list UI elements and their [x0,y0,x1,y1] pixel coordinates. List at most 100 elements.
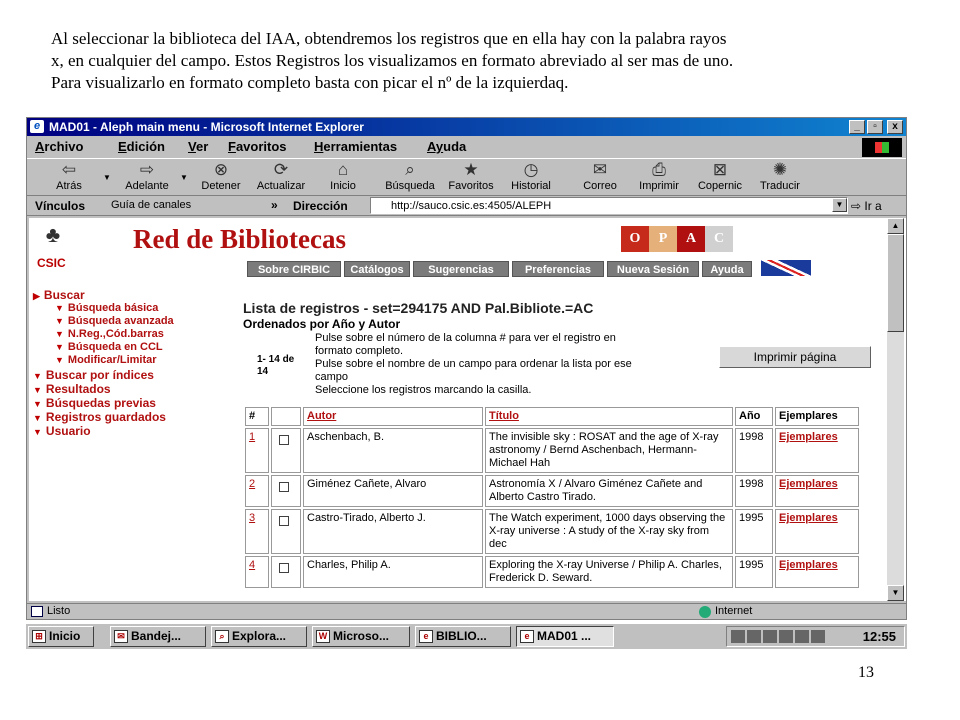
system-tray: 12:55 [726,626,905,647]
favorites-button[interactable]: ★ Favoritos [444,160,498,196]
taskbar-item-microsoft-word[interactable]: W Microso... [312,626,410,647]
opac-letter-c: C [705,226,733,252]
stop-button[interactable]: ⊗ Detener [197,160,245,196]
translate-button[interactable]: ✺ Traducir [755,160,805,196]
column-title-header[interactable]: Título [485,407,733,426]
forward-dropdown-icon[interactable]: ▼ [180,173,188,182]
more-links-chevron-icon[interactable]: » [271,198,278,212]
tray-icons[interactable] [731,630,825,643]
go-button[interactable]: ⇨ Ir a [851,199,882,213]
column-author-header[interactable]: Autor [303,407,483,426]
mail-button[interactable]: ✉ Correo [577,160,623,196]
tray-icon[interactable] [763,630,777,643]
record-copies-link[interactable]: Ejemplares [775,428,859,473]
tray-icon[interactable] [795,630,809,643]
url-input[interactable]: http://sauco.csic.es:4505/ALEPH [370,197,848,214]
sidebar-item-nreg-codbarras[interactable]: ▼ N.Reg.,Cód.barras [55,328,164,340]
browser-window: e MAD01 - Aleph main menu - Microsoft In… [26,117,907,620]
title-bar[interactable]: e MAD01 - Aleph main menu - Microsoft In… [27,118,906,136]
taskbar-item-bandeja[interactable]: ✉ Bandej... [110,626,206,647]
uk-flag-icon[interactable] [761,260,811,276]
record-checkbox[interactable] [271,509,301,554]
sidebar-item-busqueda-basica[interactable]: ▼ Búsqueda básica [55,302,158,314]
sidebar-item-busqueda-avanzada[interactable]: ▼ Búsqueda avanzada [55,315,174,327]
menu-edicion[interactable]: Edición [118,139,165,154]
sidebar-item-usuario[interactable]: ▼ Usuario [33,424,91,438]
copernic-button[interactable]: ⊠ Copernic [693,160,747,196]
menu-ver[interactable]: Ver [188,139,208,154]
scroll-thumb[interactable] [887,234,904,332]
taskbar-item-biblio[interactable]: e BIBLIO... [415,626,511,647]
explorer-icon: ⌕ [215,630,229,643]
record-checkbox[interactable] [271,428,301,473]
channel-guide-link[interactable]: Guía de canales [111,199,191,211]
print-button[interactable]: ⎙ Imprimir [636,160,682,196]
record-number-link[interactable]: 2 [245,475,269,507]
column-year-header: Año [735,407,773,426]
sidebar-item-modificar-limitar[interactable]: ▼ Modificar/Limitar [55,354,157,366]
search-button[interactable]: ⌕ Búsqueda [382,160,438,196]
nav-catalogos[interactable]: Catálogos [344,261,410,277]
record-number-link[interactable]: 3 [245,509,269,554]
record-copies-link[interactable]: Ejemplares [775,509,859,554]
menu-favoritos[interactable]: Favoritos [228,139,287,154]
restore-button[interactable]: ▫ [867,120,883,134]
minimize-button[interactable]: _ [849,120,865,134]
internet-explorer-icon[interactable]: e [30,120,44,133]
back-button[interactable]: ⇦ Atrás [49,160,89,196]
column-number-header: # [245,407,269,426]
scroll-up-icon[interactable]: ▲ [887,218,904,234]
taskbar-clock[interactable]: 12:55 [863,629,896,644]
status-text: Listo [47,605,71,617]
sidebar-item-buscar-indices[interactable]: ▼ Buscar por índices [33,368,154,382]
record-year: 1998 [735,428,773,473]
sidebar-item-busquedas-previas[interactable]: ▼ Búsquedas previas [33,396,156,410]
zone-text: Internet [715,605,753,617]
nav-sobre-cirbic[interactable]: Sobre CIRBIC [247,261,341,277]
record-copies-link[interactable]: Ejemplares [775,556,859,588]
tray-icon[interactable] [779,630,793,643]
nav-sugerencias[interactable]: Sugerencias [413,261,509,277]
back-arrow-icon: ⇦ [61,160,77,179]
address-bar: Vínculos Guía de canales » Dirección htt… [27,196,906,216]
nav-ayuda[interactable]: Ayuda [702,261,752,277]
ie-page-icon: e [520,630,534,643]
start-button[interactable]: ⊞ Inicio [28,626,94,647]
vertical-scrollbar[interactable]: ▲ ▼ [887,218,904,601]
record-number-link[interactable]: 4 [245,556,269,588]
sidebar-item-resultados[interactable]: ▼ Resultados [33,382,111,396]
sidebar-item-buscar[interactable]: ▶ Buscar [33,288,85,302]
print-page-button[interactable]: Imprimir página [719,346,871,368]
forward-button[interactable]: ⇨ Adelante [119,160,175,196]
menu-herramientas[interactable]: Herramientas [314,139,397,154]
back-dropdown-icon[interactable]: ▼ [103,173,111,182]
tray-icon[interactable] [811,630,825,643]
scroll-down-icon[interactable]: ▼ [887,585,904,601]
record-number-link[interactable]: 1 [245,428,269,473]
menu-ayuda[interactable]: Ayuda [427,139,466,154]
close-button[interactable]: x [887,120,903,134]
sidebar-item-registros-guardados[interactable]: ▼ Registros guardados [33,410,166,424]
taskbar-item-mad01[interactable]: e MAD01 ... [516,626,614,647]
menu-bar: Archivo Edición Ver Favoritos Herramient… [27,136,906,158]
nav-nueva-sesion[interactable]: Nueva Sesión [607,261,699,277]
record-checkbox[interactable] [271,475,301,507]
nav-preferencias[interactable]: Preferencias [512,261,604,277]
history-button[interactable]: ◷ Historial [505,160,557,196]
mail-icon: ✉ [592,160,608,179]
record-title: Astronomía X / Alvaro Giménez Cañete and… [485,475,733,507]
home-button[interactable]: ⌂ Inicio [323,160,363,196]
record-copies-link[interactable]: Ejemplares [775,475,859,507]
tray-icon[interactable] [747,630,761,643]
taskbar-item-explorador[interactable]: ⌕ Explora... [211,626,307,647]
sidebar-item-busqueda-ccl[interactable]: ▼ Búsqueda en CCL [55,341,163,353]
word-icon: W [316,630,330,643]
column-select-header [271,407,301,426]
record-checkbox[interactable] [271,556,301,588]
tray-icon[interactable] [731,630,745,643]
menu-archivo[interactable]: Archivo [35,139,83,154]
record-year: 1998 [735,475,773,507]
url-dropdown-icon[interactable]: ▼ [832,198,847,212]
table-header-row: # Autor Título Año Ejemplares [245,407,859,426]
refresh-button[interactable]: ⟳ Actualizar [253,160,309,196]
